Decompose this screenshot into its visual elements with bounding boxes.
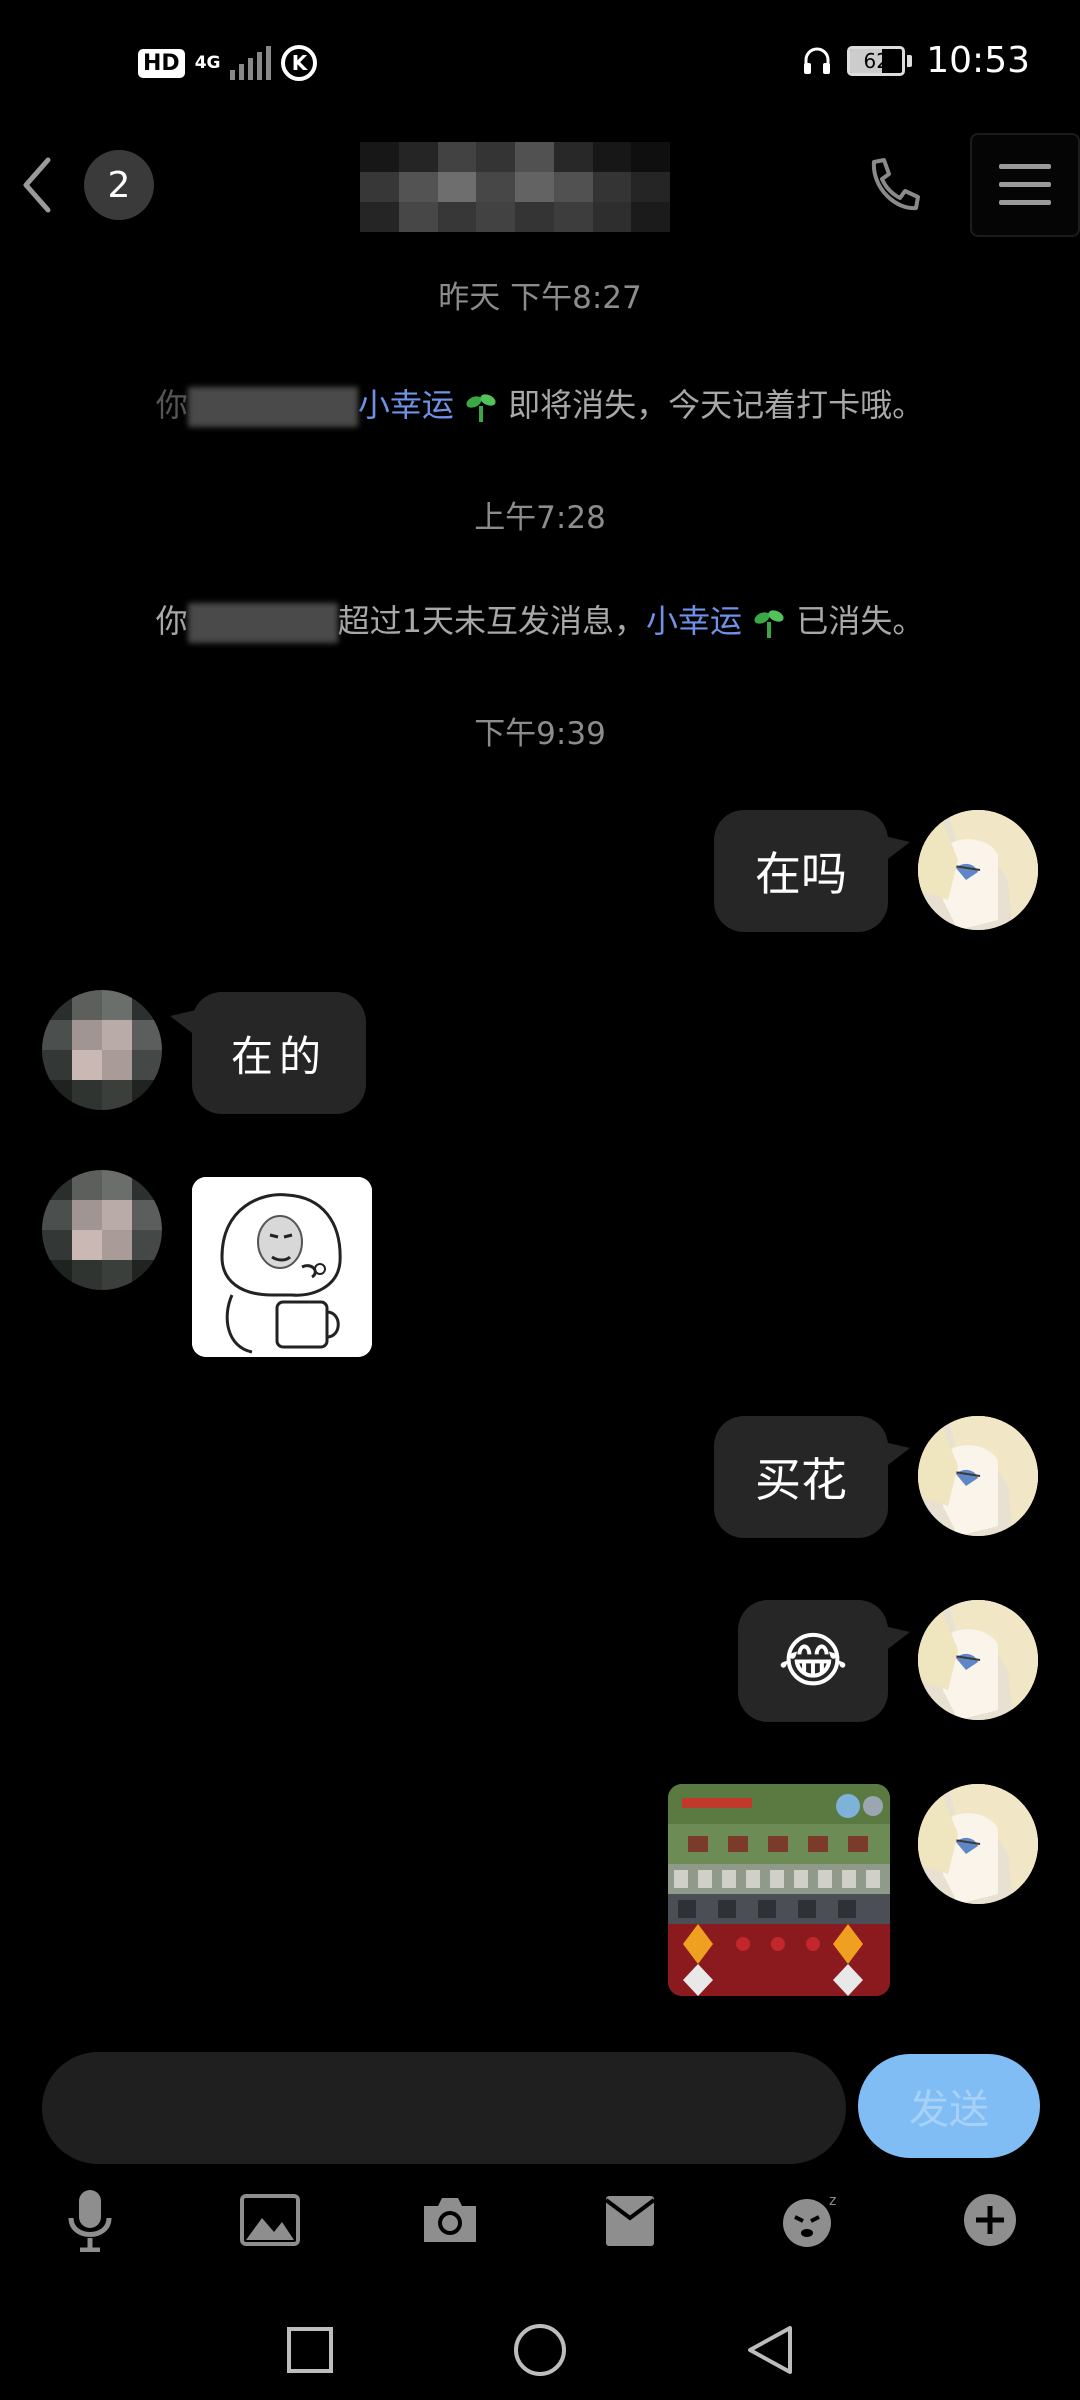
anime-avatar-image (918, 1416, 1038, 1536)
game-screenshot-drawing (668, 1784, 890, 1996)
system-message-prefix: 你 (155, 386, 188, 424)
microphone-icon (68, 2190, 112, 2252)
meme-sticker-drawing (192, 1177, 372, 1357)
more-button[interactable] (950, 2180, 1030, 2260)
red-packet-button[interactable] (590, 2180, 670, 2260)
sticker-image[interactable] (192, 1177, 372, 1357)
emoji-button[interactable]: z (770, 2180, 850, 2260)
clock: 10:53 (926, 40, 1030, 81)
hd-icon: HD (138, 48, 185, 78)
blurred-name (187, 603, 338, 643)
back-arrow-icon[interactable] (14, 152, 64, 218)
battery-icon: 62 (847, 45, 913, 76)
xiaoxingyun-link[interactable]: 小幸运 (358, 386, 454, 424)
system-message-prefix: 你 (155, 602, 188, 640)
home-circle-icon (514, 2324, 566, 2376)
my-message-bubble[interactable]: 在吗 (714, 810, 888, 932)
system-nav-bar (0, 2300, 1080, 2400)
camera-button[interactable] (410, 2180, 490, 2260)
contact-name-pixelated[interactable] (360, 142, 670, 232)
nav-back-button[interactable] (730, 2310, 810, 2390)
input-toolbar: z (0, 2180, 1080, 2260)
xiaoxingyun-link[interactable]: 小幸运 (646, 602, 742, 640)
my-message-bubble[interactable]: 买花 (714, 1416, 888, 1538)
red-packet-icon (604, 2196, 656, 2246)
k-app-icon: K (281, 45, 318, 81)
signal-icon (230, 46, 272, 80)
image-icon (240, 2194, 300, 2246)
network-type-label: 4G (194, 52, 221, 73)
anime-avatar-image (918, 810, 1038, 930)
anime-avatar-image (918, 1784, 1038, 1904)
my-avatar[interactable] (918, 1416, 1038, 1536)
plus-icon (964, 2194, 1016, 2246)
sprout-icon (754, 610, 784, 638)
unread-count-badge[interactable]: 2 (84, 150, 154, 220)
recents-button[interactable] (270, 2310, 350, 2390)
anime-avatar-image (918, 1600, 1038, 1720)
my-avatar[interactable] (918, 810, 1038, 930)
chat-header: 2 (0, 130, 1080, 240)
bubble-tail (884, 1442, 910, 1468)
bubble-tail (884, 1626, 910, 1652)
hamburger-menu-icon (999, 164, 1051, 205)
send-button[interactable]: 发送 (858, 2054, 1040, 2158)
timestamp: 昨天 下午8:27 (438, 280, 642, 316)
back-triangle-icon (748, 2326, 792, 2374)
recents-square-icon (287, 2327, 333, 2373)
bubble-tail (884, 836, 910, 862)
image-button[interactable] (230, 2180, 310, 2260)
sprout-icon (466, 394, 496, 422)
contact-avatar[interactable] (42, 1170, 162, 1290)
message-input[interactable] (42, 2052, 846, 2164)
timestamp: 上午7:28 (474, 500, 606, 536)
status-bar: HD 4G K 62 10:53 (0, 0, 1080, 130)
system-message-text: 已消失。 (796, 602, 925, 640)
my-emoji-bubble[interactable]: 😂 (738, 1600, 888, 1722)
timestamp: 下午9:39 (474, 716, 606, 752)
emoji-icon: z (783, 2193, 836, 2247)
system-message-mid: 超过1天未互发消息， (337, 602, 646, 640)
system-message-text: 即将消失，今天记着打卡哦。 (508, 386, 925, 424)
svg-text:z: z (829, 2193, 836, 2209)
phone-call-icon[interactable] (862, 152, 924, 218)
status-right: 62 10:53 (801, 40, 1030, 81)
system-message-expiring: 你 小幸运 即将消失，今天记着打卡哦。 (0, 380, 1080, 427)
my-avatar[interactable] (918, 1600, 1038, 1720)
system-message-disappeared: 你 超过1天未互发消息，小幸运 已消失。 (0, 596, 1080, 643)
home-button[interactable] (500, 2310, 580, 2390)
contact-message-bubble[interactable]: 在的 (192, 992, 366, 1114)
menu-button[interactable] (970, 133, 1080, 237)
contact-avatar[interactable] (42, 990, 162, 1110)
voice-button[interactable] (50, 2180, 130, 2260)
battery-level: 62 (863, 48, 889, 73)
status-left: HD 4G K (138, 45, 318, 81)
headset-icon (804, 47, 831, 74)
blurred-name (187, 387, 358, 427)
camera-icon (424, 2198, 476, 2242)
game-screenshot-image[interactable] (668, 1784, 890, 1996)
my-avatar[interactable] (918, 1784, 1038, 1904)
